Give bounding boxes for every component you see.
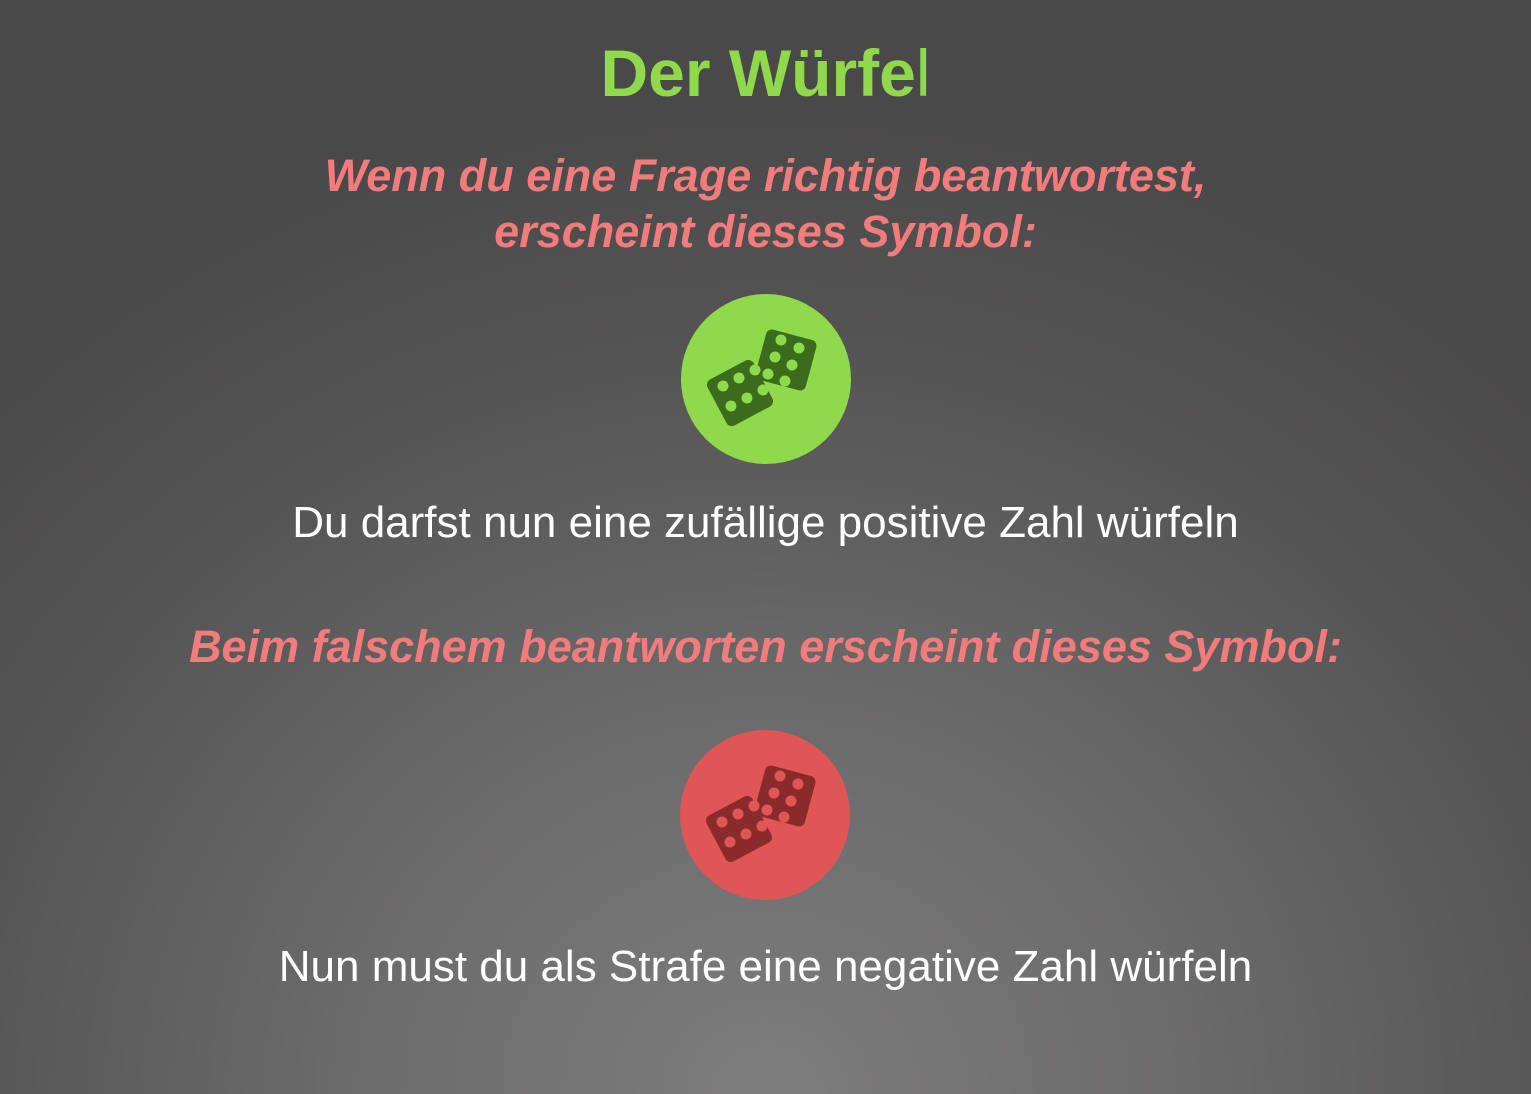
page-title-main: Der Würfe	[600, 36, 916, 110]
wrong-info-text: Nun must du als Strafe eine negative Zah…	[278, 942, 1253, 991]
correct-prompt-line2: erscheint dieses Symbol:	[494, 206, 1037, 257]
dice-icon	[681, 294, 851, 464]
page-title-tail: l	[915, 36, 931, 110]
page-title: Der Würfel	[0, 36, 1531, 110]
dice-icon	[680, 730, 850, 900]
wrong-prompt: Beim falschem beantworten erscheint dies…	[189, 621, 1342, 672]
correct-prompt-line1: Wenn du eine Frage richtig beantwortest,	[324, 150, 1207, 201]
wrong-dice-badge	[680, 730, 850, 900]
correct-info-text: Du darfst nun eine zufällige positive Za…	[292, 498, 1239, 547]
correct-dice-badge	[681, 294, 851, 464]
